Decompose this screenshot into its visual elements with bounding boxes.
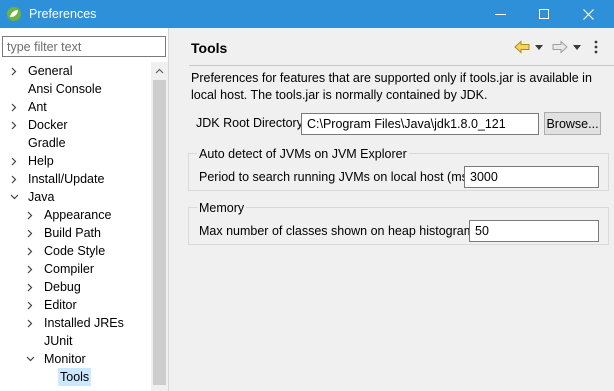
tree-item[interactable]: Java <box>8 188 56 206</box>
preference-navigation-pane: General Ansi Console Ant Docker Gradle Help In… <box>0 28 169 391</box>
chevron-down-icon[interactable] <box>24 350 36 368</box>
tree-item[interactable]: Editor <box>24 296 79 314</box>
window-title: Preferences <box>29 7 97 21</box>
memory-group-title: Memory <box>197 201 247 215</box>
tree-item-label: Ant <box>28 100 47 114</box>
tree-item[interactable]: Appearance <box>24 206 113 224</box>
scroll-up-arrow[interactable] <box>151 62 168 79</box>
spring-leaf-icon <box>6 6 22 22</box>
tree-item[interactable]: Monitor <box>24 350 88 368</box>
chevron-right-icon[interactable] <box>24 224 36 242</box>
minimize-button[interactable] <box>478 0 522 28</box>
tree-item-label: Docker <box>28 118 68 132</box>
tree-item-label: Compiler <box>44 262 95 276</box>
tree-item[interactable]: Gradle <box>8 134 68 152</box>
chevron-right-icon[interactable] <box>24 206 36 224</box>
scroll-thumb[interactable] <box>153 80 166 385</box>
tree-item[interactable]: Code Style <box>24 242 107 260</box>
jdk-root-field[interactable] <box>301 113 539 135</box>
maximize-icon <box>539 9 549 19</box>
back-arrow-icon[interactable] <box>514 38 530 56</box>
tree-item-label: Build Path <box>44 226 101 240</box>
tree-item-label: Installed JREs <box>44 316 124 330</box>
tree-item-label: Appearance <box>44 208 112 222</box>
chevron-right-icon[interactable] <box>8 62 20 80</box>
chevron-right-icon[interactable] <box>8 152 20 170</box>
auto-detect-group-title: Auto detect of JVMs on JVM Explorer <box>197 147 409 161</box>
tree-item-label: Java <box>28 190 55 204</box>
chevron-right-icon[interactable] <box>8 170 20 188</box>
chevron-right-icon[interactable] <box>8 116 20 134</box>
chevron-right-icon[interactable] <box>24 278 36 296</box>
forward-menu-chevron-icon[interactable] <box>572 38 582 56</box>
forward-arrow-icon[interactable] <box>552 38 568 56</box>
tree-item[interactable]: Install/Update <box>8 170 106 188</box>
tree-item[interactable]: Build Path <box>24 224 103 242</box>
page-navigation <box>514 38 614 56</box>
view-menu-icon[interactable] <box>592 38 600 56</box>
chevron-right-icon[interactable] <box>24 314 36 332</box>
tree-item-label: General <box>28 64 73 78</box>
chevron-right-icon[interactable] <box>24 296 36 314</box>
title-separator <box>189 65 614 66</box>
tree-item[interactable]: Compiler <box>24 260 96 278</box>
max-classes-label: Max number of classes shown on heap hist… <box>199 224 478 238</box>
chevron-down-icon[interactable] <box>8 188 20 206</box>
filter-input[interactable] <box>2 36 166 57</box>
tree-item[interactable]: Tools <box>40 368 92 386</box>
tree-item-label: Help <box>28 154 54 168</box>
tree-item[interactable]: Ansi Console <box>8 80 104 98</box>
tree-item-label: Editor <box>44 298 77 312</box>
tree-item[interactable]: Docker <box>8 116 70 134</box>
tree-item-label: Gradle <box>28 136 66 150</box>
tree-item-label: Debug <box>44 280 81 294</box>
tree-item[interactable]: Ant <box>8 98 49 116</box>
tree-item-label: Code Style <box>44 244 106 258</box>
tree-item-label: Install/Update <box>28 172 105 186</box>
close-button[interactable] <box>566 0 610 28</box>
preference-page: Tools Preferences for features that are … <box>180 28 614 391</box>
tree-item[interactable]: Debug <box>24 278 83 296</box>
maximize-button[interactable] <box>522 0 566 28</box>
title-bar: Preferences <box>0 0 614 28</box>
period-label: Period to search running JVMs on local h… <box>199 170 476 184</box>
tree-item-label: JUnit <box>44 334 73 348</box>
chevron-right-icon[interactable] <box>24 242 36 260</box>
page-description: Preferences for features that are suppor… <box>191 71 592 102</box>
tree-item[interactable]: JUnit <box>24 332 74 350</box>
chevron-up-icon <box>155 68 164 73</box>
max-classes-field[interactable] <box>469 220 599 242</box>
tree-item[interactable]: Installed JREs <box>24 314 126 332</box>
back-menu-chevron-icon[interactable] <box>534 38 544 56</box>
tree-scrollbar[interactable] <box>151 62 168 391</box>
period-field[interactable] <box>464 166 599 188</box>
close-icon <box>582 8 594 20</box>
tree-item-label: Monitor <box>44 352 86 366</box>
tree-item[interactable]: Help <box>8 152 56 170</box>
tree-item-label: Tools <box>58 368 92 386</box>
chevron-right-icon[interactable] <box>8 98 20 116</box>
tree-item-label: Ansi Console <box>28 82 102 96</box>
chevron-right-icon[interactable] <box>24 260 36 278</box>
jdk-root-label: JDK Root Directory: <box>196 116 307 130</box>
page-title: Tools <box>191 40 228 56</box>
tree-item[interactable]: General <box>8 62 74 80</box>
minimize-icon <box>494 13 506 15</box>
browse-button[interactable]: Browse... <box>544 112 601 135</box>
